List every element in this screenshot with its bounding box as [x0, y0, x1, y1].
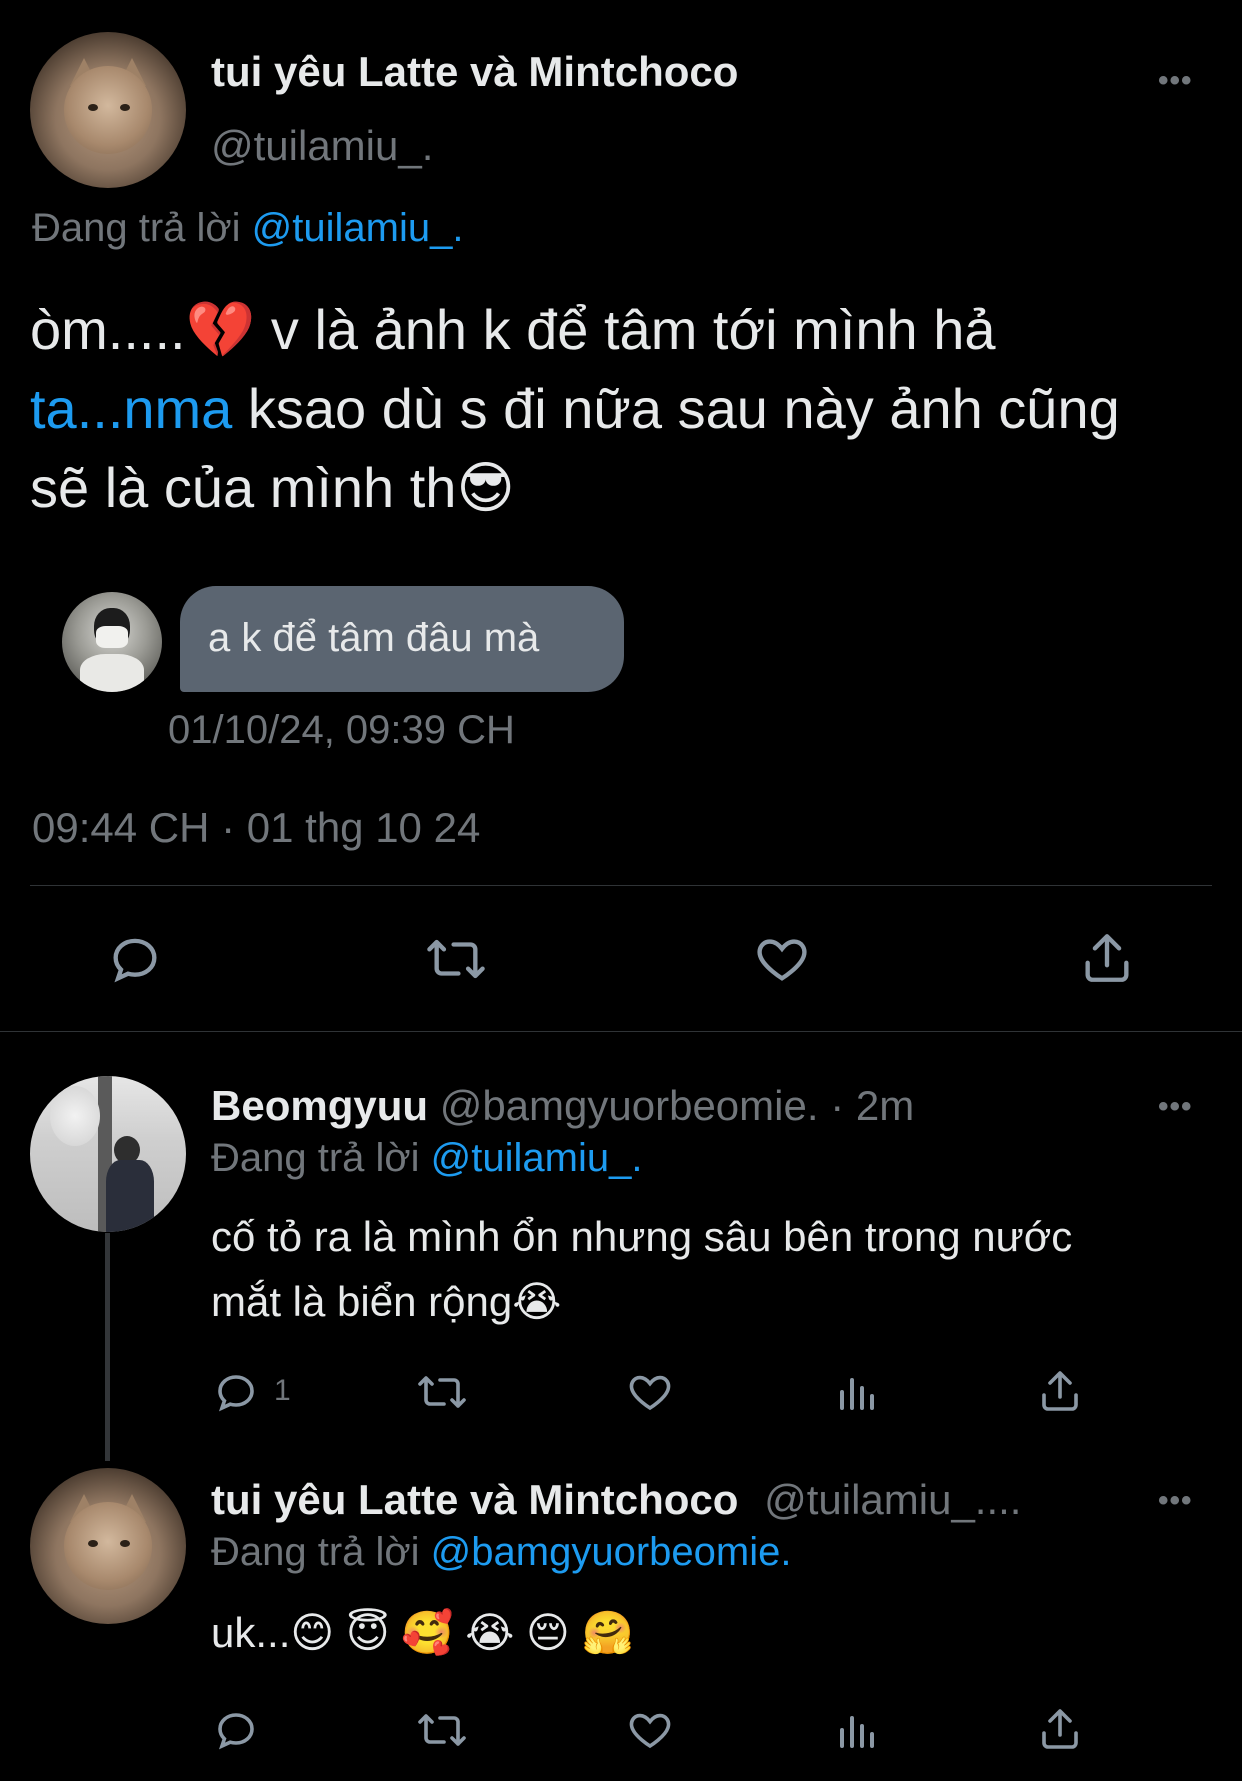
reply-count: 1	[274, 1374, 291, 1407]
emoji-row: 😊 😇 🥰 😭 😔 🤗	[290, 1609, 634, 1656]
divider	[0, 1031, 1242, 1032]
reply-icon[interactable]	[212, 1706, 260, 1754]
reply2-text: uk...😊 😇 🥰 😭 😔 🤗	[211, 1608, 634, 1658]
reply-icon[interactable]	[212, 1368, 260, 1416]
reply2-text-content: uk...	[211, 1609, 291, 1656]
quoted-message-bubble: a k để tâm đâu mà	[180, 586, 624, 692]
share-icon[interactable]	[1036, 1704, 1084, 1754]
tweet-text-line3: sẽ là của mình th	[30, 456, 457, 519]
more-icon[interactable]: •••	[1158, 64, 1193, 98]
more-icon[interactable]: •••	[1158, 1484, 1193, 1518]
share-icon[interactable]	[1036, 1366, 1084, 1416]
thread-connector	[105, 1233, 110, 1461]
reply1-header: Beomgyuu @bamgyuorbeomie. · 2m	[211, 1082, 914, 1130]
replying-prefix: Đang trả lời	[32, 206, 241, 250]
tweet-text-line1: òm.....	[30, 298, 186, 361]
replying-to-link[interactable]: @tuilamiu_.	[252, 206, 464, 250]
retweet-icon[interactable]	[414, 1706, 470, 1754]
reply1-avatar[interactable]	[30, 1076, 186, 1232]
views-icon[interactable]	[832, 1706, 880, 1754]
broken-heart-emoji: 💔	[185, 298, 256, 361]
replying-prefix: Đang trả lời	[211, 1530, 420, 1574]
quoted-message-text: a k để tâm đâu mà	[208, 616, 540, 660]
reply2-display-name[interactable]: tui yêu Latte và Mintchoco	[211, 1476, 738, 1523]
replying-prefix: Đang trả lời	[211, 1136, 420, 1180]
reply2-avatar[interactable]	[30, 1468, 186, 1624]
more-icon[interactable]: •••	[1158, 1090, 1193, 1124]
tweet-text-line1-rest: v là ảnh k để tâm tới mình hả	[255, 298, 996, 361]
views-icon[interactable]	[832, 1368, 880, 1416]
tweet-timestamp[interactable]: 09:44 CH · 01 thg 10 24	[32, 804, 480, 852]
divider	[30, 885, 1212, 886]
reply1-handle[interactable]: @bamgyuorbeomie.	[440, 1082, 819, 1129]
retweet-icon[interactable]	[422, 930, 490, 988]
replying-to: Đang trả lời @tuilamiu_.	[32, 206, 463, 251]
heart-icon[interactable]	[626, 1706, 674, 1754]
author-handle[interactable]: @tuilamiu_.	[211, 122, 433, 170]
crying-emoji: 😭	[512, 1278, 562, 1325]
reply1-time[interactable]: · 2m	[830, 1082, 914, 1129]
reply1-display-name[interactable]: Beomgyuu	[211, 1082, 428, 1129]
reply2-header: tui yêu Latte và Mintchoco @tuilamiu_...…	[211, 1476, 1021, 1524]
author-display-name[interactable]: tui yêu Latte và Mintchoco	[211, 48, 738, 96]
tweet-text: òm.....💔 v là ảnh k để tâm tới mình hả t…	[30, 290, 1230, 527]
reply2-handle[interactable]: @tuilamiu_....	[764, 1476, 1021, 1523]
tweet-text-line2-rest: ksao dù s đi nữa sau này ảnh cũng	[232, 377, 1120, 440]
share-icon[interactable]	[1078, 928, 1136, 988]
reply1-text-line1: cố tỏ ra là mình ổn nhưng sâu bên trong …	[211, 1213, 1073, 1260]
replying-to-link[interactable]: @bamgyuorbeomie.	[431, 1530, 792, 1574]
heart-icon[interactable]	[626, 1368, 674, 1416]
author-avatar[interactable]	[30, 32, 186, 188]
reply1-text-line2: mắt là biển rộng	[211, 1278, 513, 1325]
reply1-text: cố tỏ ra là mình ổn nhưng sâu bên trong …	[211, 1204, 1221, 1334]
quoted-avatar[interactable]	[62, 592, 162, 692]
reply2-replying-to: Đang trả lời @bamgyuorbeomie.	[211, 1530, 791, 1575]
reply-icon[interactable]	[106, 930, 164, 988]
sunglasses-emoji: 😎	[456, 456, 515, 519]
quoted-timestamp: 01/10/24, 09:39 CH	[168, 708, 515, 752]
heart-icon[interactable]	[752, 930, 812, 988]
retweet-icon[interactable]	[414, 1368, 470, 1416]
reply1-replying-to: Đang trả lời @tuilamiu_.	[211, 1136, 642, 1181]
replying-to-link[interactable]: @tuilamiu_.	[431, 1136, 643, 1180]
tweet-text-link[interactable]: ta...nma	[30, 377, 232, 440]
